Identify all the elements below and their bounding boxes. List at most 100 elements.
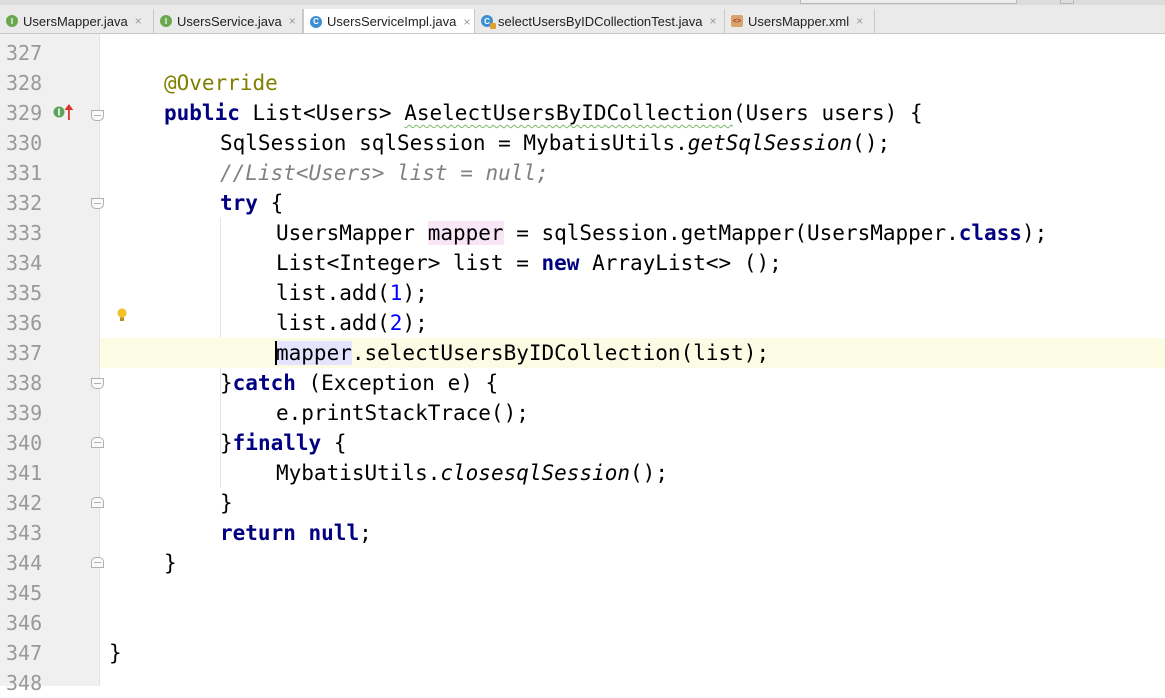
close-icon[interactable]: ×	[463, 15, 470, 29]
code-text: }	[109, 641, 122, 665]
line-number: 333	[6, 221, 43, 245]
line-number: 337	[6, 341, 43, 365]
close-icon[interactable]: ×	[856, 14, 863, 28]
code-text: = sqlSession.getMapper(UsersMapper.	[503, 221, 959, 245]
tab-label: UsersMapper.java	[23, 13, 128, 29]
line-number: 344	[6, 551, 43, 575]
line-number: 327	[6, 41, 43, 65]
line-number: 347	[6, 641, 43, 665]
line-number: 328	[6, 71, 43, 95]
line-number: 329	[6, 101, 43, 125]
code-text: }	[164, 551, 177, 575]
code-line-332: try {	[220, 188, 1165, 218]
tab-usersmapper-java[interactable]: I UsersMapper.java ×	[0, 9, 154, 33]
line-number: 342	[6, 491, 43, 515]
code-line-341: MybatisUtils.closesqlSession();	[276, 458, 1165, 488]
close-icon[interactable]: ×	[709, 14, 716, 28]
code-text: e.printStackTrace();	[276, 401, 529, 425]
tab-label: UsersService.java	[177, 13, 282, 29]
tab-label: UsersServiceImpl.java	[327, 14, 457, 29]
code-line-342: }	[220, 488, 1165, 518]
line-number: 335	[6, 281, 43, 305]
line-number: 340	[6, 431, 43, 455]
code-line-344: }	[164, 548, 1165, 578]
implements-method-icon[interactable]	[53, 103, 75, 121]
line-number: 339	[6, 401, 43, 425]
editor-gutter[interactable]: 327 328 329 330 331 332 333 334 335 336 …	[0, 34, 104, 695]
code-line-335: list.add(1);	[276, 278, 1165, 308]
toolbar-strip	[0, 0, 1165, 5]
code-line-347: }	[109, 638, 1165, 668]
code-text: {	[257, 191, 284, 215]
code-text: ();	[852, 131, 891, 155]
code-text: );	[402, 281, 428, 305]
line-number: 338	[6, 371, 43, 395]
code-text: list.add(	[276, 281, 390, 305]
code-line-338: }catch (Exception e) {	[220, 368, 1165, 398]
keyword: new	[541, 251, 580, 275]
code-line-331: //List<Users> list = null;	[220, 158, 1165, 188]
code-text: list.add(	[276, 311, 390, 335]
keyword: finally	[232, 431, 322, 455]
code-text: (Users users) {	[732, 101, 923, 125]
variable-highlight: mapper	[427, 221, 504, 245]
tab-usersserviceimpl-java[interactable]: C UsersServiceImpl.java ×	[303, 9, 475, 33]
static-method: getSqlSession	[687, 131, 853, 155]
code-text: ();	[630, 461, 668, 485]
code-line-336: list.add(2);	[276, 308, 1165, 338]
number-literal: 1	[389, 281, 403, 305]
code-text: List<Integer> list =	[276, 251, 542, 275]
code-line-334: List<Integer> list = new ArrayList<> ();	[276, 248, 1165, 278]
class-icon: C	[310, 15, 322, 28]
number-literal: 2	[389, 311, 403, 335]
code-line-343: return null;	[220, 518, 1165, 548]
toolbar-button	[1060, 0, 1074, 4]
code-line-333: UsersMapper mapper = sqlSession.getMappe…	[276, 218, 1165, 248]
code-line-339: e.printStackTrace();	[276, 398, 1165, 428]
tab-usersmapper-xml[interactable]: <> UsersMapper.xml ×	[725, 9, 875, 33]
code-text: .selectUsersByIDCollection(list);	[351, 341, 770, 365]
code-line-340: }finally {	[220, 428, 1165, 458]
keyword: null	[308, 521, 360, 545]
code-line-337: mapper.selectUsersByIDCollection(list);	[276, 338, 1156, 368]
line-number: 334	[6, 251, 43, 275]
code-text: }	[220, 431, 233, 455]
code-text: ArrayList<> ();	[579, 251, 782, 275]
line-number: 330	[6, 131, 43, 155]
keyword: class	[958, 221, 1022, 245]
xml-file-icon: <>	[731, 15, 743, 27]
code-text: MybatisUtils.	[276, 461, 441, 485]
annotation: @Override	[164, 71, 278, 95]
close-icon[interactable]: ×	[289, 14, 296, 28]
line-number: 345	[6, 581, 43, 605]
code-text: }	[220, 491, 233, 515]
keyword: public	[164, 101, 240, 125]
code-text: UsersMapper	[276, 221, 428, 245]
interface-icon: I	[160, 15, 172, 27]
code-text: ;	[359, 521, 372, 545]
line-number: 343	[6, 521, 43, 545]
line-number: 332	[6, 191, 43, 215]
code-text: );	[402, 311, 428, 335]
line-number: 346	[6, 611, 43, 635]
code-editor[interactable]: @Override public List<Users> AselectUser…	[100, 34, 1165, 686]
line-number: 348	[6, 671, 43, 695]
keyword: catch	[232, 371, 296, 395]
toolbar-field	[800, 0, 1017, 4]
code-text: }	[220, 371, 233, 395]
code-line-330: SqlSession sqlSession = MybatisUtils.get…	[220, 128, 1165, 158]
code-text: List<Users>	[239, 101, 405, 125]
method-name: AselectUsersByIDCollection	[404, 101, 733, 125]
close-icon[interactable]: ×	[135, 14, 142, 28]
code-text: SqlSession sqlSession = MybatisUtils.	[220, 131, 688, 155]
code-text: );	[1021, 221, 1048, 245]
editor-tab-bar: I UsersMapper.java × I UsersService.java…	[0, 0, 1165, 34]
line-number: 336	[6, 311, 43, 335]
tab-selectusersbyidcollectiontest-java[interactable]: C selectUsersByIDCollectionTest.java ×	[475, 9, 725, 33]
code-text: (Exception e) {	[295, 371, 499, 395]
tab-label: UsersMapper.xml	[748, 13, 850, 29]
tab-usersservice-java[interactable]: I UsersService.java ×	[154, 9, 303, 33]
test-class-icon: C	[481, 15, 496, 29]
code-line-328: @Override	[164, 68, 1165, 98]
